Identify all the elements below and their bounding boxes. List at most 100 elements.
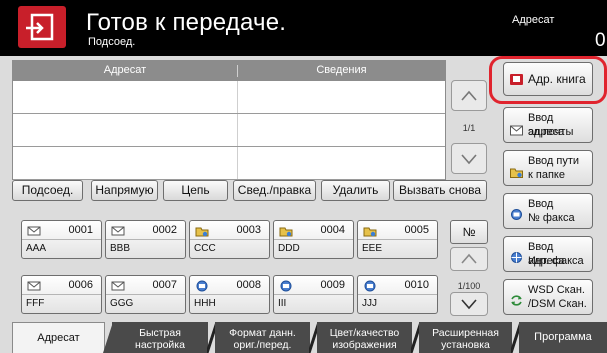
list-scroll-down-button[interactable] <box>451 143 487 174</box>
page-title: Готов к передаче. <box>86 9 287 36</box>
number-search-button[interactable]: № <box>450 220 488 244</box>
contact-number: 0001 <box>68 224 93 236</box>
recall-button[interactable]: Вызвать снова <box>393 180 487 201</box>
direct-button[interactable]: Напрямую <box>91 180 158 201</box>
email-entry-line2: эл.почты <box>528 126 574 138</box>
destination-list: Адресат Сведения <box>12 60 446 180</box>
folder-icon <box>279 227 293 237</box>
contact-number: 0003 <box>236 224 261 236</box>
column-destination: Адресат <box>103 64 147 76</box>
fax-entry-line1: Ввод <box>528 198 554 210</box>
tab-advanced-setup[interactable]: Расширенная установка <box>419 322 512 353</box>
tab-program[interactable]: Программа <box>519 322 607 353</box>
tab-quick-setup[interactable]: Быстрая настройка <box>112 322 208 353</box>
contact-number: 0004 <box>320 224 345 236</box>
email-entry-button[interactable]: Ввод адреса эл.почты <box>503 107 593 143</box>
details-edit-button[interactable]: Свед./правка <box>233 180 316 201</box>
fax-entry-button[interactable]: Ввод № факса <box>503 193 593 229</box>
fax-icon <box>364 280 376 292</box>
contact-number: 0008 <box>236 279 261 291</box>
contact-button[interactable]: 0001 AAA <box>21 220 102 259</box>
tab-advanced-setup-line2: установка <box>441 339 490 351</box>
email-icon <box>111 281 125 291</box>
tab-data-format-line2: ориг./перед. <box>233 339 292 351</box>
delete-button[interactable]: Удалить <box>321 180 390 201</box>
tab-quick-setup-line2: настройка <box>135 339 185 351</box>
contacts-scroll-up-button[interactable] <box>450 247 488 271</box>
contact-name: JJJ <box>362 298 377 309</box>
chevron-down-icon <box>461 299 477 310</box>
chevron-down-icon <box>461 154 477 165</box>
destination-list-header: Адресат Сведения <box>13 61 445 81</box>
ifax-entry-button[interactable]: Ввод адреса Инт. факса <box>503 236 593 272</box>
ifax-entry-line2: Инт. факса <box>528 255 584 267</box>
contact-name: HHH <box>194 298 216 309</box>
email-icon <box>27 226 41 236</box>
tab-data-format[interactable]: Формат данн. ориг./перед. <box>215 322 310 353</box>
contact-name: BBB <box>110 243 131 254</box>
contact-button[interactable]: 0007 GGG <box>105 275 186 314</box>
destination-count-label: Адресат <box>512 14 555 26</box>
email-icon <box>111 226 125 236</box>
connection-mode-label: Подсоед. <box>88 36 136 48</box>
contact-button[interactable]: 0009 III <box>273 275 354 314</box>
contact-number: 0010 <box>404 279 429 291</box>
internet-fax-icon <box>511 252 522 263</box>
list-scroll-up-button[interactable] <box>451 80 487 111</box>
contact-number: 0002 <box>152 224 177 236</box>
destination-row[interactable] <box>13 114 445 147</box>
tab-color-quality[interactable]: Цвет/качество изображения <box>317 322 412 353</box>
destination-row[interactable] <box>13 147 445 180</box>
contact-number: 0006 <box>68 279 93 291</box>
contacts-page-indicator: 1/100 <box>457 281 481 291</box>
list-page-indicator: 1/1 <box>462 123 476 133</box>
contact-button[interactable]: 0008 HHH <box>189 275 270 314</box>
contact-number: 0005 <box>404 224 429 236</box>
tab-color-quality-line1: Цвет/качество <box>329 327 400 339</box>
chevron-up-icon <box>461 253 477 264</box>
contact-number: 0009 <box>320 279 345 291</box>
folder-entry-line2: к папке <box>528 169 565 181</box>
fax-icon <box>280 280 292 292</box>
contact-button[interactable]: 0003 CCC <box>189 220 270 259</box>
wsd-scan-icon <box>511 295 522 306</box>
chain-button[interactable]: Цепь <box>163 180 228 201</box>
fax-entry-line2: № факса <box>528 212 575 224</box>
destination-row[interactable] <box>13 81 445 114</box>
wsd-scan-button[interactable]: WSD Скан. /DSM Скан. <box>503 279 593 315</box>
tab-advanced-setup-line1: Расширенная <box>432 327 499 339</box>
contact-button[interactable]: 0006 FFF <box>21 275 102 314</box>
contact-name: EEE <box>362 243 383 254</box>
contact-button[interactable]: 0004 DDD <box>273 220 354 259</box>
send-logo-icon <box>18 6 66 48</box>
email-icon <box>510 125 523 136</box>
contact-number: 0007 <box>152 279 177 291</box>
tab-program-label: Программа <box>534 331 592 343</box>
folder-icon <box>195 227 209 237</box>
contact-button[interactable]: 0002 BBB <box>105 220 186 259</box>
address-book-highlight <box>489 56 607 104</box>
wsd-scan-line1: WSD Скан. <box>528 284 585 296</box>
contact-name: DDD <box>278 243 300 254</box>
contact-button[interactable]: 0010 JJJ <box>357 275 438 314</box>
folder-icon <box>510 168 523 178</box>
tab-destination-label: Адресат <box>37 332 80 344</box>
email-icon <box>27 281 41 291</box>
folder-entry-button[interactable]: Ввод пути к папке <box>503 150 593 186</box>
contact-name: GGG <box>110 298 134 309</box>
folder-icon <box>363 227 377 237</box>
contact-name: AAA <box>26 243 47 254</box>
contacts-scroll-down-button[interactable] <box>450 292 488 316</box>
tab-data-format-line1: Формат данн. <box>229 327 296 339</box>
fax-icon <box>511 209 522 220</box>
tab-quick-setup-line1: Быстрая <box>139 327 181 339</box>
contact-name: CCC <box>194 243 216 254</box>
column-details: Сведения <box>316 64 367 76</box>
tab-color-quality-line2: изображения <box>332 339 397 351</box>
folder-entry-line1: Ввод пути <box>528 155 580 167</box>
chevron-up-icon <box>461 90 477 101</box>
wsd-scan-line2: /DSM Скан. <box>528 298 587 310</box>
tab-destination[interactable]: Адресат <box>12 322 105 353</box>
connect-button[interactable]: Подсоед. <box>12 180 83 201</box>
contact-button[interactable]: 0005 EEE <box>357 220 438 259</box>
